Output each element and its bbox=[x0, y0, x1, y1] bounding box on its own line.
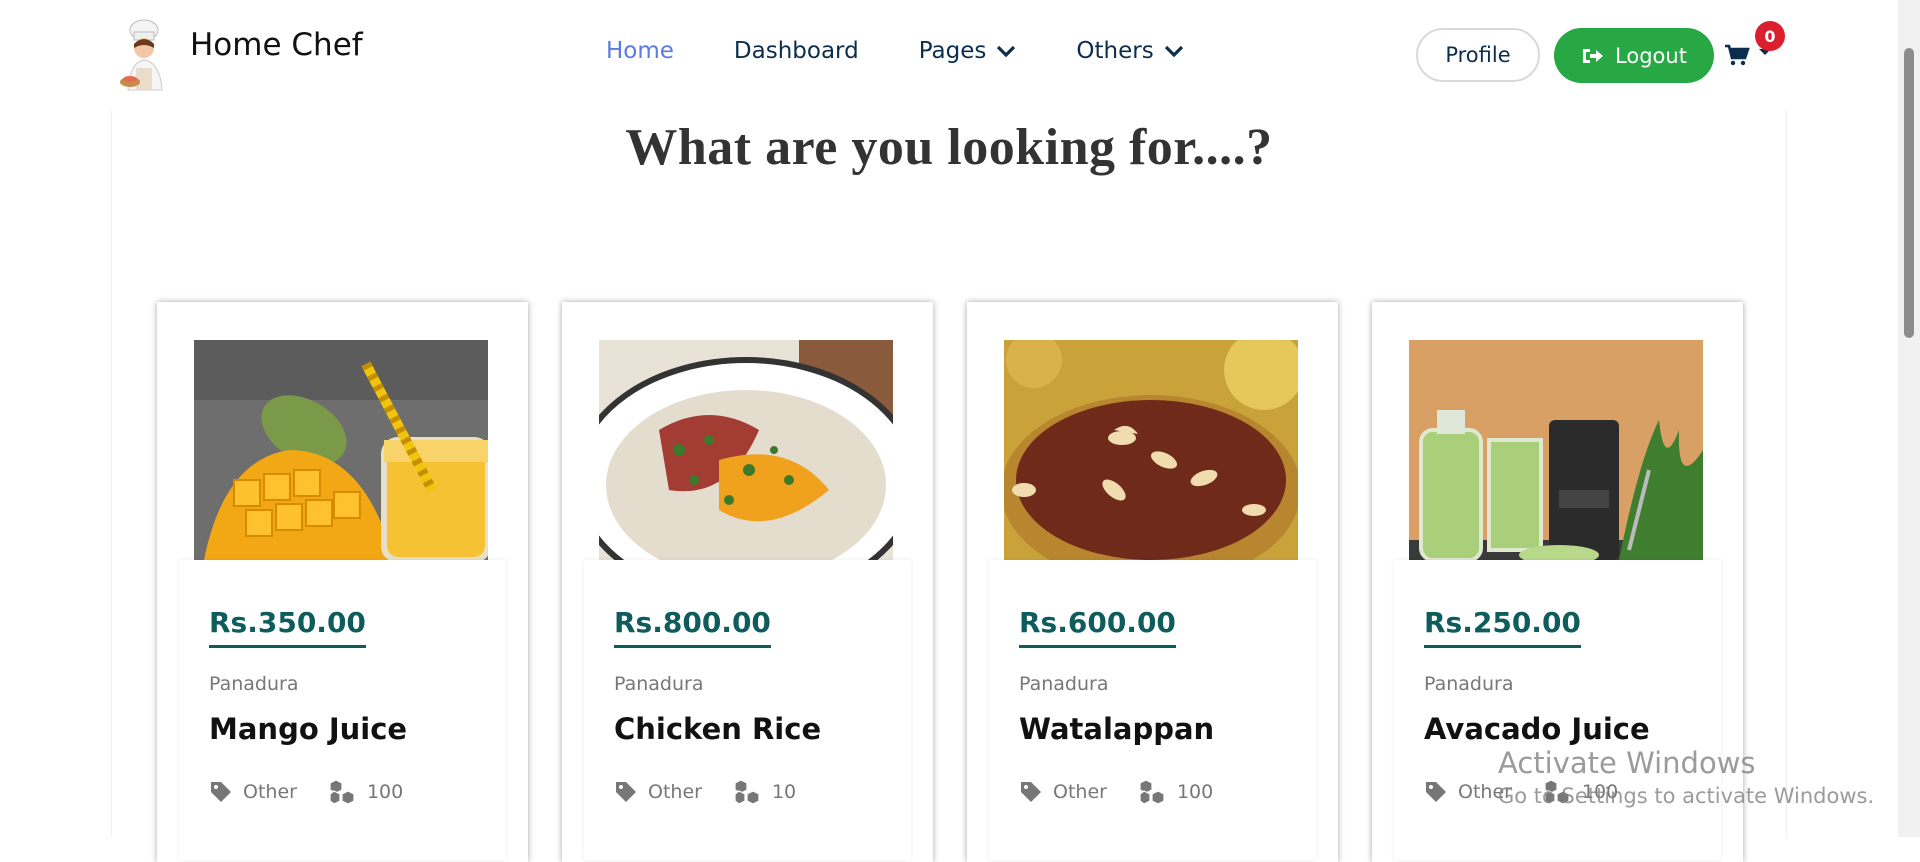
product-name[interactable]: Chicken Rice bbox=[614, 712, 821, 746]
watermark-title: Activate Windows bbox=[1498, 746, 1756, 780]
chevron-down-icon bbox=[1164, 45, 1183, 58]
product-price: Rs.800.00 bbox=[614, 606, 771, 648]
product-category: Other bbox=[648, 781, 702, 803]
product-card[interactable]: Rs.350.00 Panadura Mango Juice Other 100 bbox=[157, 302, 528, 862]
nav-dropdown-pages[interactable]: Pages bbox=[919, 38, 1017, 64]
product-quantity: 100 bbox=[1176, 781, 1214, 803]
chef-logo-icon bbox=[116, 18, 180, 92]
brand[interactable]: Home Chef bbox=[116, 18, 363, 92]
page-scrollbar[interactable] bbox=[1898, 0, 1920, 837]
product-name[interactable]: Watalappan bbox=[1019, 712, 1214, 746]
product-image-avocado-juice[interactable] bbox=[1409, 340, 1703, 560]
product-price: Rs.250.00 bbox=[1424, 606, 1581, 648]
product-location: Panadura bbox=[1424, 673, 1514, 695]
logout-label: Logout bbox=[1615, 43, 1687, 68]
cubes-icon bbox=[1139, 779, 1165, 805]
chevron-down-icon bbox=[997, 45, 1016, 58]
cubes-icon bbox=[329, 779, 355, 805]
profile-button[interactable]: Profile bbox=[1416, 28, 1540, 82]
brand-name: Home Chef bbox=[190, 27, 363, 63]
product-meta: Other 100 bbox=[209, 779, 403, 805]
product-meta: Other 100 bbox=[1019, 779, 1213, 805]
tag-icon bbox=[211, 782, 231, 802]
product-details: Rs.250.00 Panadura Avacado Juice Other 1… bbox=[1394, 560, 1721, 860]
nav-dropdown-others[interactable]: Others bbox=[1076, 38, 1183, 64]
logout-button[interactable]: Logout bbox=[1554, 28, 1714, 83]
scrollbar-thumb[interactable] bbox=[1904, 48, 1914, 338]
product-location: Panadura bbox=[209, 673, 299, 695]
navbar: Home Chef Home Dashboard Pages Others Pr… bbox=[0, 0, 1898, 110]
product-category: Other bbox=[1053, 781, 1107, 803]
main-nav: Home Dashboard Pages Others bbox=[606, 38, 1244, 64]
nav-link-label: Dashboard bbox=[733, 38, 859, 64]
product-image-chicken-rice[interactable] bbox=[599, 340, 893, 560]
product-details: Rs.350.00 Panadura Mango Juice Other 100 bbox=[179, 560, 506, 860]
watermark-subtitle: Go to Settings to activate Windows. bbox=[1498, 784, 1875, 808]
product-meta: Other 10 bbox=[614, 779, 796, 805]
product-image-mango-juice[interactable] bbox=[194, 340, 488, 560]
tag-icon bbox=[616, 782, 636, 802]
product-price: Rs.350.00 bbox=[209, 606, 366, 648]
cubes-icon bbox=[734, 779, 760, 805]
windows-activation-watermark: Activate Windows Go to Settings to activ… bbox=[1498, 746, 1874, 808]
page-heading: What are you looking for....? bbox=[625, 119, 1273, 176]
product-card[interactable]: Rs.800.00 Panadura Chicken Rice Other 10 bbox=[562, 302, 933, 862]
nav-link-label: Others bbox=[1076, 38, 1154, 64]
nav-link-label: Home bbox=[606, 38, 674, 64]
product-name[interactable]: Mango Juice bbox=[209, 712, 407, 746]
product-quantity: 10 bbox=[771, 781, 797, 803]
product-image-watalappan[interactable] bbox=[1004, 340, 1298, 560]
nav-link-home[interactable]: Home bbox=[606, 38, 674, 64]
product-details: Rs.600.00 Panadura Watalappan Other 100 bbox=[989, 560, 1316, 860]
product-card[interactable]: Rs.600.00 Panadura Watalappan Other 100 bbox=[967, 302, 1338, 862]
cart-count-badge: 0 bbox=[1755, 21, 1785, 51]
sign-out-icon bbox=[1583, 48, 1604, 63]
shopping-cart-icon bbox=[1725, 44, 1750, 66]
product-location: Panadura bbox=[614, 673, 704, 695]
tag-icon bbox=[1426, 782, 1446, 802]
nav-link-dashboard[interactable]: Dashboard bbox=[734, 38, 859, 64]
product-name[interactable]: Avacado Juice bbox=[1424, 712, 1650, 746]
tag-icon bbox=[1021, 782, 1041, 802]
product-quantity: 100 bbox=[366, 781, 404, 803]
product-location: Panadura bbox=[1019, 673, 1109, 695]
nav-link-label: Pages bbox=[918, 38, 987, 64]
product-price: Rs.600.00 bbox=[1019, 606, 1176, 648]
product-category: Other bbox=[243, 781, 297, 803]
product-details: Rs.800.00 Panadura Chicken Rice Other 10 bbox=[584, 560, 911, 860]
